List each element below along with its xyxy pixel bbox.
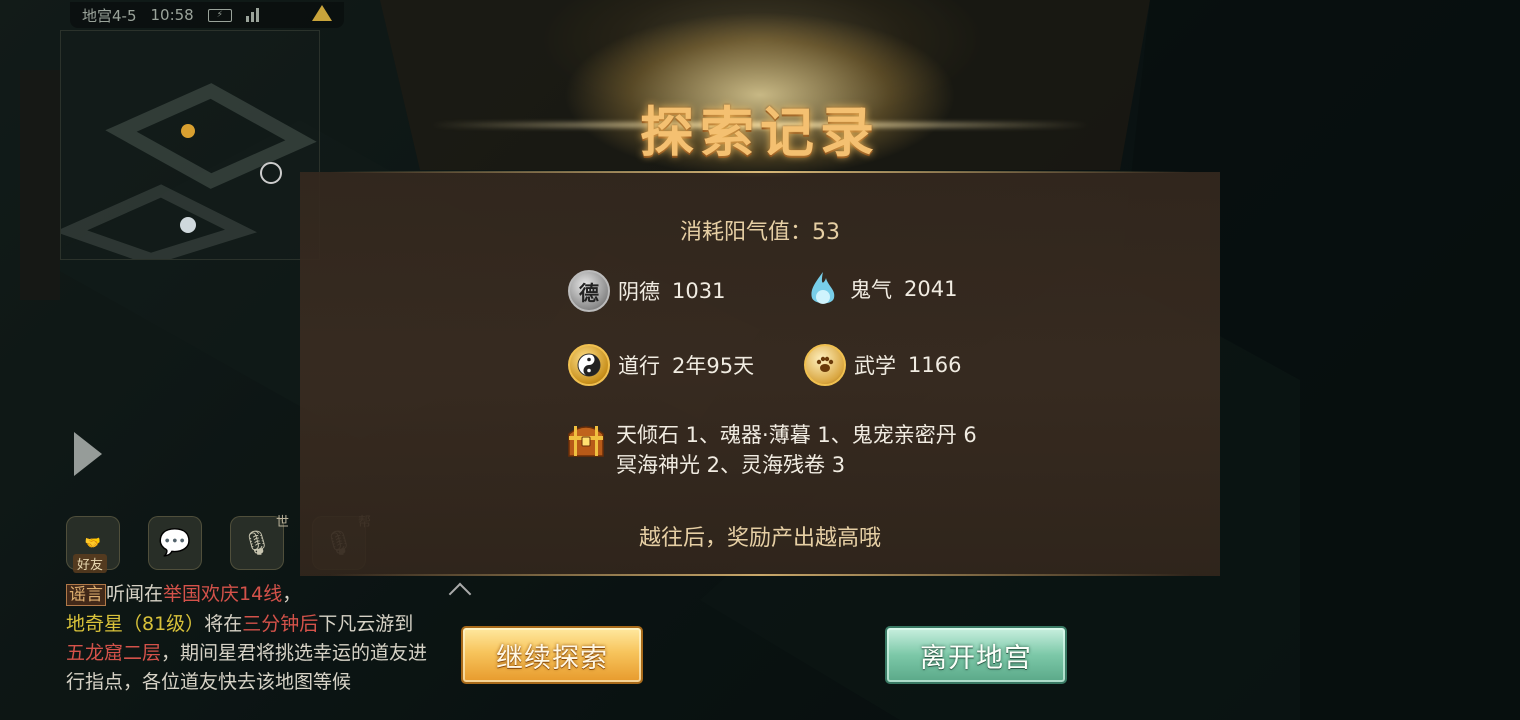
gear-icon [260, 162, 282, 184]
yang-cost-text: 消耗阳气值：53 [680, 220, 840, 245]
yinde-badge-icon: 德 [568, 270, 610, 312]
stat-value: 1031 [672, 279, 726, 303]
paw-badge-icon [804, 344, 846, 386]
skull-icon [180, 217, 196, 233]
signal-icon [245, 8, 259, 22]
speech-bubble-icon: 💬 [158, 528, 192, 558]
minimap-paths [54, 83, 317, 266]
game-screen: 地宫4-5 10:58 ⚡ 🤝 好友 💬 🎙 世 🎙 帮 [0, 0, 1520, 720]
stat-name: 阴德 [618, 280, 660, 304]
leave-dungeon-button[interactable]: 离开地宫 [885, 626, 1067, 684]
friends-label: 好友 [73, 554, 108, 573]
divider-bottom [330, 574, 1190, 576]
chat-time: 三分钟后 [242, 613, 319, 635]
chat-text-part: ， [282, 583, 302, 605]
reward-hint: 越往后，奖励产出越高哦 [638, 526, 881, 551]
divider-top [330, 171, 1190, 173]
chat-text-part: 将在 [204, 613, 243, 635]
chat-text-part: 听闻在 [106, 583, 164, 605]
reward-item-list: 天倾石 1、魂器·薄暮 1、鬼宠亲密丹 6 冥海神光 2、灵海残卷 3 [616, 420, 977, 480]
treasure-chest-icon [566, 420, 606, 480]
stat-yinde: 德 阴德 1031 [568, 270, 725, 312]
status-bar: 地宫4-5 10:58 ⚡ [70, 2, 344, 28]
stat-daoxing: 道行 2年95天 [568, 344, 754, 386]
stat-name: 道行 [618, 354, 660, 378]
clock: 10:58 [150, 6, 194, 24]
yin-yang-icon [568, 344, 610, 386]
warning-icon[interactable] [312, 5, 332, 21]
chat-message[interactable]: 谣言 听闻在举国欢庆14线，地奇星（81级）将在三分钟后下凡云游到五龙窟二层，期间… [66, 580, 432, 697]
friends-button[interactable]: 🤝 好友 [66, 516, 120, 573]
reward-line-2: 冥海神光 2、灵海残卷 3 [616, 453, 846, 477]
location-label: 地宫4-5 [82, 6, 137, 25]
location-pin-icon [181, 124, 195, 138]
rumor-tag: 谣言 [66, 584, 106, 606]
continue-explore-button[interactable]: 继续探索 [461, 626, 643, 684]
stat-guiqi: 鬼气 2041 [804, 270, 957, 308]
stat-value: 2年95天 [672, 354, 755, 378]
chat-place[interactable]: 五龙窟二层 [66, 642, 161, 664]
chat-star-name: 地奇星（81级） [66, 613, 205, 635]
chat-button[interactable]: 💬 [148, 516, 202, 570]
ghost-flame-icon [804, 270, 842, 308]
chat-line-name[interactable]: 举国欢庆14线 [163, 583, 282, 605]
stat-name: 鬼气 [850, 278, 892, 302]
reward-items: 天倾石 1、魂器·薄暮 1、鬼宠亲密丹 6 冥海神光 2、灵海残卷 3 [566, 420, 977, 480]
handshake-icon: 🤝 [84, 535, 102, 551]
stat-name: 武学 [854, 354, 896, 378]
reward-line-1: 天倾石 1、魂器·薄暮 1、鬼宠亲密丹 6 [616, 423, 977, 447]
stat-value: 1166 [908, 353, 962, 377]
minimap[interactable] [54, 30, 320, 266]
expand-arrow-icon[interactable] [74, 432, 102, 476]
microphone-icon: 🎙 [241, 529, 273, 557]
chat-text-part: 下凡云游到 [318, 613, 414, 635]
world-voice-button[interactable]: 🎙 世 [230, 515, 289, 570]
world-tag: 世 [275, 515, 289, 530]
stat-wuxue: 武学 1166 [804, 344, 961, 386]
battery-icon: ⚡ [207, 8, 232, 22]
dialog-title: 探索记录 [640, 100, 880, 164]
stat-value: 2041 [904, 277, 958, 301]
